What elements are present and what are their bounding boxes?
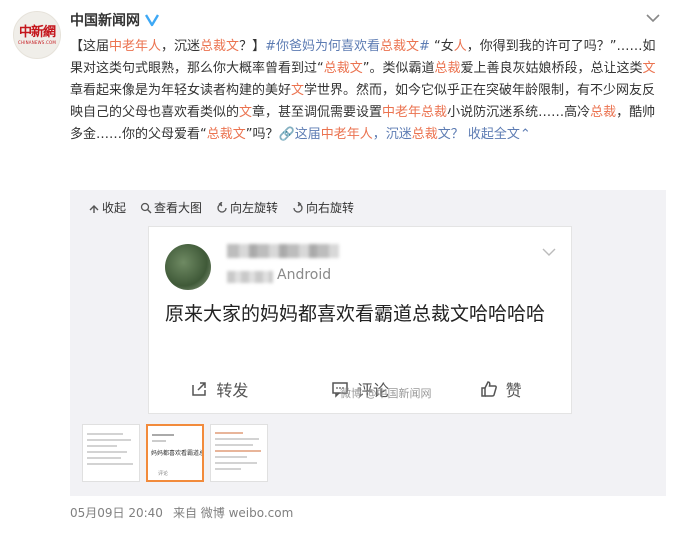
post-date[interactable]: 05月09日 20:40 — [70, 504, 163, 521]
tool-label: 向右旋转 — [306, 201, 355, 215]
author-avatar[interactable]: 中新網 CHINANEWS.COM — [13, 11, 61, 59]
tool-label: 向左旋转 — [230, 201, 279, 215]
post-text-segment: ”。类似霸道 — [362, 61, 435, 76]
media-viewer: 收起 查看大图 向左旋转 向右旋转 Android 原来大家的妈妈都喜欢看霸道总裁文哈… — [70, 190, 666, 496]
post-text-segment: 章看起来像是为年轻女读者构建的美好 — [70, 83, 292, 98]
watermark: 微博 @中国新闻网 — [340, 387, 432, 400]
logo-text: 中新網 — [18, 24, 56, 40]
logo-subtext: CHINANEWS.COM — [18, 39, 56, 45]
collapse-icon — [89, 204, 99, 213]
post-link-segment[interactable]: 收起全文 — [464, 127, 520, 142]
rotate-right-icon — [293, 201, 303, 213]
tool-rotate-left[interactable]: 向左旋转 — [216, 199, 278, 216]
post-highlight-segment[interactable]: 中老年总裁 — [382, 105, 447, 120]
shot-text: 原来大家的妈妈都喜欢看霸道总裁文哈哈哈哈 — [165, 303, 546, 325]
shot-action-label: 转发 — [216, 381, 249, 400]
blurred-username — [227, 244, 339, 258]
post-highlight-segment[interactable]: 中老年人 — [321, 127, 373, 142]
post-link-segment[interactable]: ，沉迷 — [373, 127, 412, 142]
post-highlight-segment[interactable]: 文 — [643, 61, 656, 76]
post-highlight-segment[interactable]: 文 — [239, 105, 252, 120]
thumbnail-comment: 评论 — [158, 471, 169, 477]
post-text-segment: “女 — [429, 39, 454, 54]
thumbnail-strip: 妈妈都喜欢看霸道总 评论 — [82, 424, 268, 482]
shot-chevron-down-icon — [542, 248, 556, 256]
post-meta: 05月09日 20:40 来自 微博 weibo.com — [70, 504, 293, 521]
post-highlight-segment[interactable]: 总裁 — [435, 61, 461, 76]
post-link-segment[interactable]: # — [419, 39, 430, 54]
like-icon — [480, 381, 497, 397]
post-text-segment: ？】 — [239, 39, 266, 54]
tool-rotate-right[interactable]: 向右旋转 — [292, 199, 354, 216]
shot-device: Android — [277, 267, 332, 283]
post-highlight-segment[interactable]: 总裁文 — [324, 61, 363, 76]
tool-label: 收起 — [102, 201, 127, 215]
post-highlight-segment[interactable]: 总裁文 — [200, 39, 239, 54]
zoom-icon — [140, 202, 152, 213]
post-highlight-segment[interactable]: 总裁 — [590, 105, 616, 120]
post-highlight-segment[interactable]: 总裁 — [412, 127, 438, 142]
post-link-segment[interactable]: #你爸妈为何喜欢看 — [265, 39, 380, 54]
post-text-segment: 小说防沉迷系统……高冷 — [447, 105, 591, 120]
tool-label: 查看大图 — [154, 201, 203, 215]
author-header: 中国新闻网 — [70, 10, 159, 30]
post-text-segment: 【这届 — [70, 39, 110, 54]
post-highlight-segment[interactable]: 文 — [291, 83, 304, 98]
post-highlight-segment[interactable]: 人 — [454, 39, 467, 54]
media-toolbar: 收起 查看大图 向左旋转 向右旋转 — [88, 199, 354, 216]
thumbnail-text: 妈妈都喜欢看霸道总 — [151, 450, 204, 457]
thumbnail-1[interactable] — [82, 424, 140, 482]
tool-zoom[interactable]: 查看大图 — [140, 199, 202, 216]
post-highlight-segment[interactable]: 总裁文 — [380, 39, 419, 54]
post-highlight-segment[interactable]: 总裁文 — [207, 127, 246, 142]
tool-collapse[interactable]: 收起 — [88, 199, 126, 216]
rotate-left-icon — [217, 201, 227, 213]
author-name[interactable]: 中国新闻网 — [70, 10, 140, 30]
post-highlight-segment[interactable]: 中老年人 — [109, 39, 161, 54]
shot-action-label: 赞 — [505, 381, 522, 400]
post-text-segment: 爱上善良灰姑娘桥段，总让这类 — [460, 61, 643, 76]
post-text-segment: ，沉迷 — [161, 39, 201, 54]
shot-action-share: 转发 — [149, 377, 290, 401]
chevron-down-icon[interactable] — [645, 12, 661, 24]
post-link-segment[interactable]: 文？ — [438, 127, 464, 142]
blurred-time — [227, 271, 273, 283]
shot-action-like: 赞 — [430, 377, 571, 401]
thumbnail-2-active[interactable]: 妈妈都喜欢看霸道总 评论 — [146, 424, 204, 482]
share-icon — [192, 382, 207, 396]
post-body: 【这届中老年人，沉迷总裁文？】#你爸妈为何喜欢看总裁文# “女人，你得到我的许可… — [70, 36, 664, 146]
post-source: 来自 微博 weibo.com — [172, 506, 294, 520]
shot-avatar — [165, 244, 211, 290]
post-text-segment: 章，甚至调侃需要设置 — [252, 105, 383, 120]
post-link-segment[interactable]: ⌃ — [520, 127, 531, 142]
verified-icon — [145, 14, 159, 27]
post-text-segment: ”吗？ — [245, 127, 279, 142]
thumbnail-3[interactable] — [210, 424, 268, 482]
post-link-segment[interactable]: 🔗这届 — [279, 127, 321, 142]
